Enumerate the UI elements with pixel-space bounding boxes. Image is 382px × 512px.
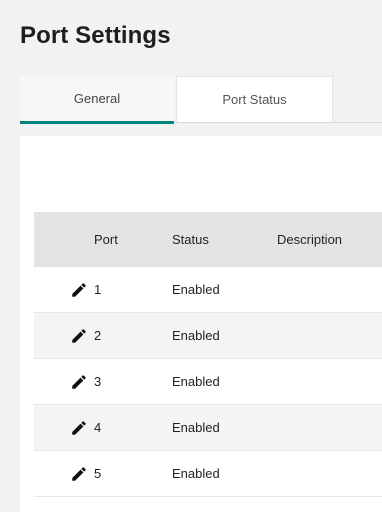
table-header: Port Status Description — [34, 212, 382, 267]
port-cell: 2 — [94, 328, 102, 343]
port-settings-panel: Port Status Description 1 Enabled 2 Enab… — [20, 136, 382, 512]
pencil-icon[interactable] — [70, 465, 88, 483]
header-port: Port — [94, 232, 118, 247]
page-title: Port Settings — [20, 22, 171, 49]
header-description: Description — [277, 232, 343, 247]
port-cell: 1 — [94, 282, 102, 297]
pencil-icon[interactable] — [70, 327, 88, 345]
tab-divider — [175, 122, 382, 123]
port-table: Port Status Description 1 Enabled 2 Enab… — [34, 212, 382, 497]
header-status: Status — [172, 232, 209, 247]
status-cell: Enabled — [172, 466, 220, 481]
status-cell: Enabled — [172, 374, 220, 389]
tab-general[interactable]: General — [20, 76, 174, 124]
pencil-icon[interactable] — [70, 419, 88, 437]
status-cell: Enabled — [172, 328, 220, 343]
table-row: 2 Enabled — [34, 313, 382, 359]
table-row: 4 Enabled — [34, 405, 382, 451]
table-row: 5 Enabled — [34, 451, 382, 497]
status-cell: Enabled — [172, 420, 220, 435]
port-cell: 3 — [94, 374, 102, 389]
tab-bar: General Port Status — [20, 76, 382, 124]
status-cell: Enabled — [172, 282, 220, 297]
pencil-icon[interactable] — [70, 373, 88, 391]
tab-port-status[interactable]: Port Status — [176, 76, 333, 122]
table-row: 1 Enabled — [34, 267, 382, 313]
table-row: 3 Enabled — [34, 359, 382, 405]
pencil-icon[interactable] — [70, 281, 88, 299]
port-cell: 4 — [94, 420, 102, 435]
port-cell: 5 — [94, 466, 102, 481]
